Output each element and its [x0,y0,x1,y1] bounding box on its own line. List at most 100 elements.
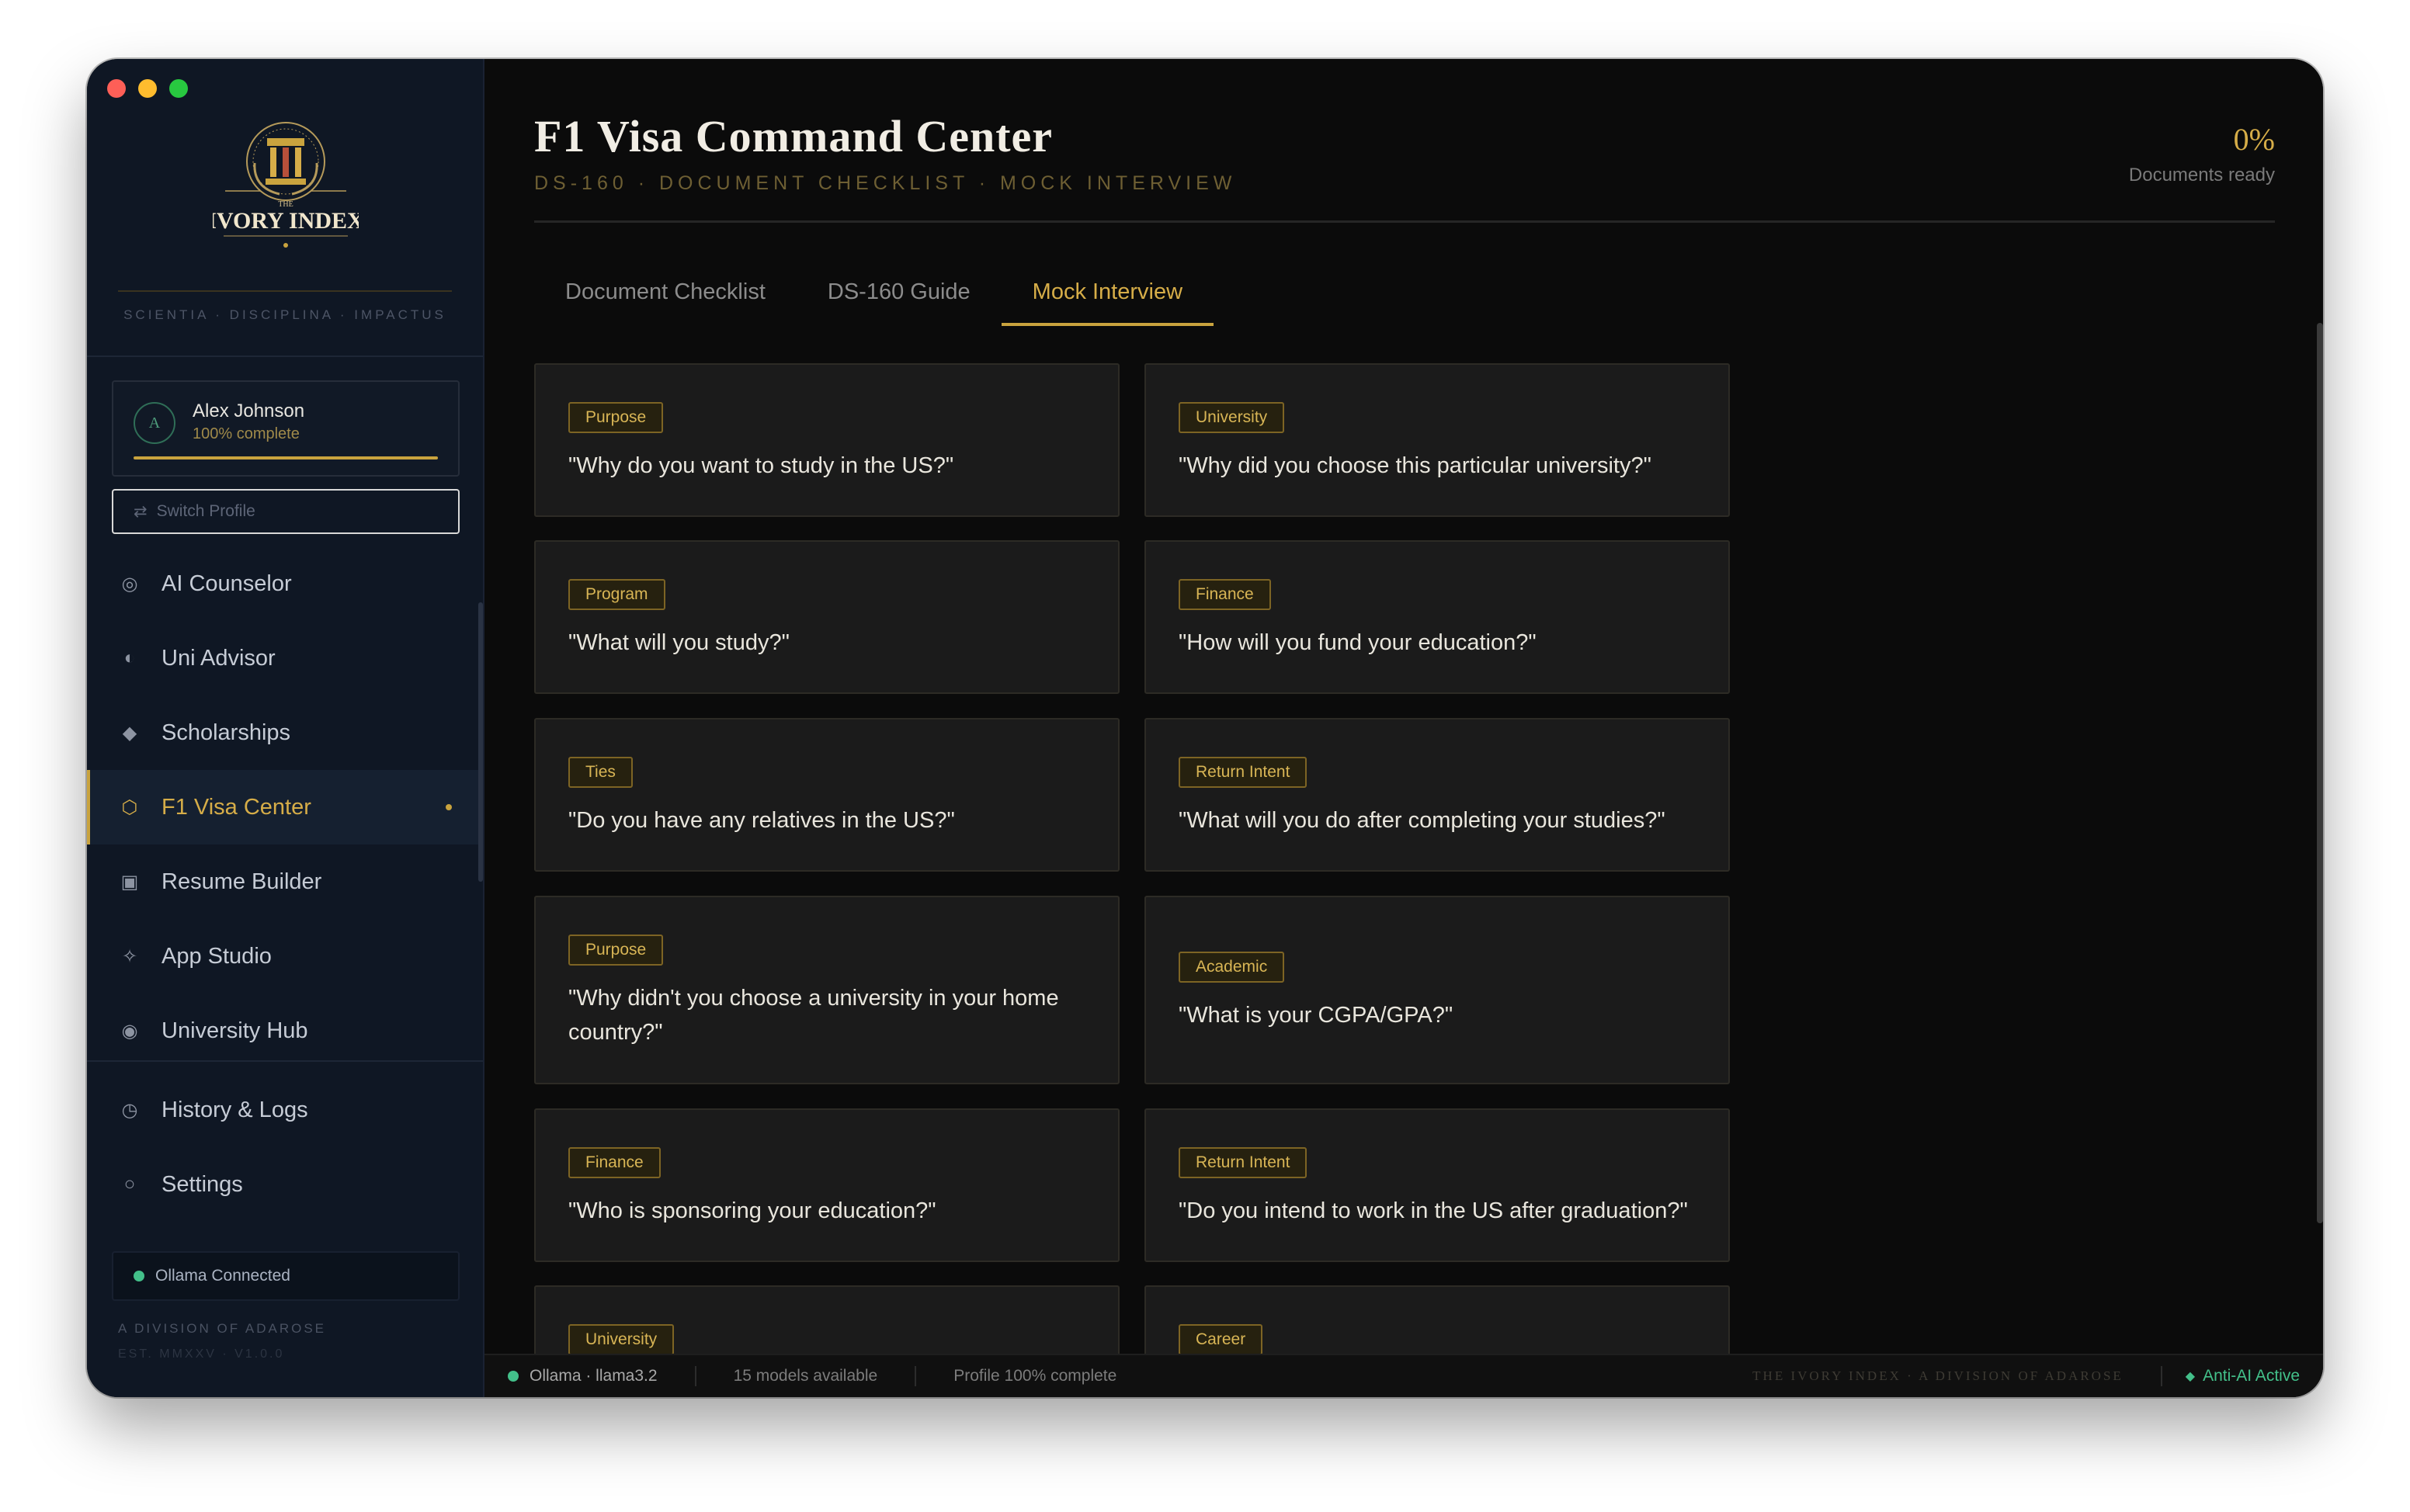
main-scrollbar[interactable] [2317,323,2323,1223]
ollama-status-label: Ollama Connected [155,1267,290,1285]
question-card[interactable]: Return Intent "Do you intend to work in t… [1144,1108,1730,1262]
tab-mock-interview[interactable]: Mock Interview [1001,258,1214,326]
question-text: "How will you fund your education?" [1179,630,1537,655]
status-bar: Ollama · llama3.2 15 models available Pr… [484,1354,2323,1397]
sidebar-item-university-hub[interactable]: ◉ University Hub [87,994,483,1068]
question-text: "Do you intend to work in the US after g… [1179,1198,1688,1223]
profile-progress-label: 100% complete [193,425,300,442]
category-badge: Purpose [568,935,664,966]
profile-progress-fill [134,456,438,459]
question-card[interactable]: Program "What will you study?" [534,540,1120,694]
question-card[interactable]: Purpose "Why do you want to study in the … [534,363,1120,517]
status-profile: Profile 100% complete [953,1367,1117,1385]
sidebar-scrollbar[interactable] [478,602,483,882]
diamond-icon: ◆ [2185,1370,2196,1383]
category-badge: Career [1179,1324,1263,1355]
window-controls [107,79,188,98]
main-content: F1 Visa Command Center DS-160 · DOCUMENT… [484,59,2323,1397]
documents-ready-label: Documents ready [2128,165,2275,186]
square-icon: ▣ [120,871,139,893]
profile-progress-bar [134,456,438,459]
tab-document-checklist[interactable]: Document Checklist [534,258,797,326]
question-text: "Why do you want to study in the US?" [568,453,954,478]
maximize-window-button[interactable] [169,79,188,98]
sidebar-item-f1-visa-center[interactable]: ⬡ F1 Visa Center [87,770,483,844]
category-badge: Finance [1179,579,1271,610]
question-text: "What is your CGPA/GPA?" [1179,1003,1453,1028]
profile-card[interactable]: A Alex Johnson 100% complete [112,380,460,477]
motto: SCIENTIA · DISCIPLINA · IMPACTUS [123,307,446,322]
sidebar-divider [87,355,483,357]
sidebar: THE IVORY INDEX SCIENTIA · DISCIPLINA · … [87,59,484,1397]
question-grid: Purpose "Why do you want to study in the … [534,363,1730,1397]
category-badge: Return Intent [1179,1147,1307,1178]
svg-text:IVORY INDEX: IVORY INDEX [213,208,359,234]
category-badge: Academic [1179,952,1285,983]
ollama-status: Ollama Connected [112,1251,460,1301]
question-card[interactable]: Finance "Who is sponsoring your education… [534,1108,1120,1262]
profile-name: Alex Johnson [193,401,305,421]
sidebar-item-settings[interactable]: ○ Settings [87,1147,483,1222]
version-text: EST. MMXXV · V1.0.0 [118,1347,285,1361]
question-text: "Why didn't you choose a university in y… [568,986,1059,1045]
connected-dot-icon [134,1271,144,1281]
ivory-index-logo: THE IVORY INDEX [213,122,359,248]
half-circle-icon: ◐ [123,647,136,668]
documents-ready-percent: 0% [2233,122,2275,157]
hexagon-icon: ⬡ [121,796,138,818]
question-card[interactable]: Purpose "Why didn't you choose a universi… [534,896,1120,1084]
page-title: F1 Visa Command Center [534,111,1054,161]
sidebar-item-label: Uni Advisor [161,645,276,671]
status-brand: THE IVORY INDEX · A DIVISION OF ADAROSE [1752,1368,2124,1383]
question-card[interactable]: Ties "Do you have any relatives in the US… [534,718,1120,872]
dot-circle-icon: ◉ [121,1020,138,1042]
sidebar-item-scholarships[interactable]: ◆ Scholarships [87,695,483,770]
category-badge: University [1179,402,1285,433]
logo-divider [118,290,452,292]
switch-profile-label: Switch Profile [156,502,255,520]
page-subtitle: DS-160 · DOCUMENT CHECKLIST · MOCK INTER… [534,172,1237,194]
question-card[interactable]: Finance "How will you fund your education… [1144,540,1730,694]
category-badge: Finance [568,1147,661,1178]
tab-ds160-guide[interactable]: DS-160 Guide [797,258,1002,326]
secondary-nav: ◷ History & Logs ○ Settings [87,1073,483,1222]
category-badge: Return Intent [1179,757,1307,788]
sidebar-item-label: Resume Builder [161,869,322,894]
header-divider [534,220,2275,223]
sidebar-item-label: AI Counselor [161,570,292,596]
category-badge: Program [568,579,665,610]
circle-icon: ○ [123,1174,136,1195]
sidebar-item-app-studio[interactable]: ✧ App Studio [87,919,483,994]
minimize-window-button[interactable] [138,79,157,98]
sidebar-item-ai-counselor[interactable]: ◎ AI Counselor [87,546,483,621]
sidebar-item-label: University Hub [161,1018,308,1043]
switch-profile-button[interactable]: ⇄ Switch Profile [112,489,460,534]
question-text: "What will you do after completing your … [1179,808,1665,833]
question-text: "Do you have any relatives in the US?" [568,808,955,833]
tab-bar: Document Checklist DS-160 Guide Mock Int… [534,258,1214,326]
switch-arrows-icon: ⇄ [134,502,148,521]
sidebar-item-label: F1 Visa Center [161,794,311,820]
anti-ai-label: Anti-AI Active [2203,1367,2300,1385]
question-text: "What will you study?" [568,630,790,655]
model-status-dot-icon [508,1371,519,1382]
category-badge: University [568,1324,675,1355]
division-text: A DIVISION OF ADAROSE [118,1321,326,1336]
question-card[interactable]: Return Intent "What will you do after com… [1144,718,1730,872]
sidebar-item-label: Scholarships [161,720,291,745]
sidebar-item-history-logs[interactable]: ◷ History & Logs [87,1073,483,1147]
question-card[interactable]: Academic "What is your CGPA/GPA?" [1144,896,1730,1084]
sidebar-item-resume-builder[interactable]: ▣ Resume Builder [87,844,483,919]
anti-ai-status: ◆ Anti-AI Active [2162,1367,2323,1385]
app-window: THE IVORY INDEX SCIENTIA · DISCIPLINA · … [87,59,2323,1397]
diamond-icon: ◆ [122,722,137,744]
question-text: "Who is sponsoring your education?" [568,1198,936,1223]
question-text: "Why did you choose this particular univ… [1179,453,1651,478]
sidebar-item-label: History & Logs [161,1097,308,1122]
sidebar-item-uni-advisor[interactable]: ◐ Uni Advisor [87,621,483,695]
primary-nav: ◎ AI Counselor ◐ Uni Advisor ◆ Scholarships… [87,546,483,1068]
question-card[interactable]: University "Why did you choose this parti… [1144,363,1730,517]
sparkle-icon: ✧ [121,945,138,967]
avatar: A [134,402,175,444]
close-window-button[interactable] [107,79,126,98]
